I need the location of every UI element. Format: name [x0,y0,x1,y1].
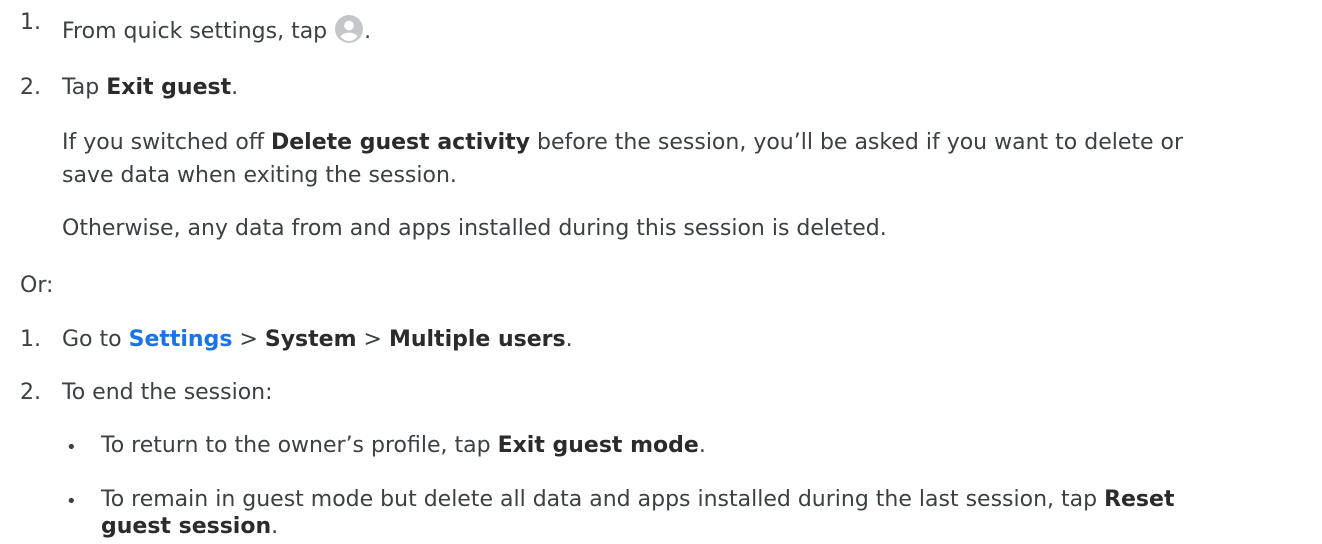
step-number: 1. [20,10,41,35]
paragraph-prefix: If you switched off [62,130,271,155]
step-text-end: . [565,327,573,352]
bullet-text: To remain in guest mode but delete all d… [101,485,1174,515]
bullet-text: To return to the owner’s profile, tap Ex… [101,431,706,461]
ui-term: Reset [1104,487,1175,512]
step-text-end: . [231,75,239,100]
step-text-prefix: Go to [62,327,129,352]
ui-term: Multiple users [388,327,566,352]
step-text: From quick settings, tap . [62,14,371,47]
path-separator: > [232,327,265,352]
bullet-prefix: To remain in guest mode but delete all d… [101,487,1105,512]
bullet-prefix: To return to the owner’s profile, tap [101,433,498,458]
ui-term: System [264,327,357,352]
step-text: Go to Settings > System > Multiple users… [62,325,573,355]
bullet-text: guest session. [101,512,278,542]
path-separator: > [356,327,389,352]
account-circle-icon [334,14,364,44]
ui-term: Delete guest activity [270,130,531,155]
ui-term: Exit guest mode [497,433,699,458]
bullet-end: . [698,433,706,458]
step-number: 2. [20,380,41,405]
paragraph-line: If you switched off Delete guest activit… [62,128,1183,158]
step-text-prefix: Tap [62,75,107,100]
step-text: Tap Exit guest. [62,73,238,103]
paragraph-suffix: before the session, you’ll be asked if y… [530,130,1184,155]
step-text-after: . [364,19,372,44]
settings-link[interactable]: Settings [129,327,233,352]
step-number: 2. [20,75,41,100]
step-text: To end the session: [62,380,273,405]
ui-term: Exit guest [106,75,232,100]
bullet-marker: • [66,491,77,512]
ui-term: guest session [101,514,272,539]
bullet-marker: • [66,437,77,458]
paragraph-line: Otherwise, any data from and apps instal… [62,216,887,241]
paragraph-line: save data when exiting the session. [62,163,457,188]
bullet-end: . [271,514,279,539]
step-text-before: From quick settings, tap [62,19,335,44]
step-number: 1. [20,327,41,352]
or-label: Or: [20,273,54,298]
